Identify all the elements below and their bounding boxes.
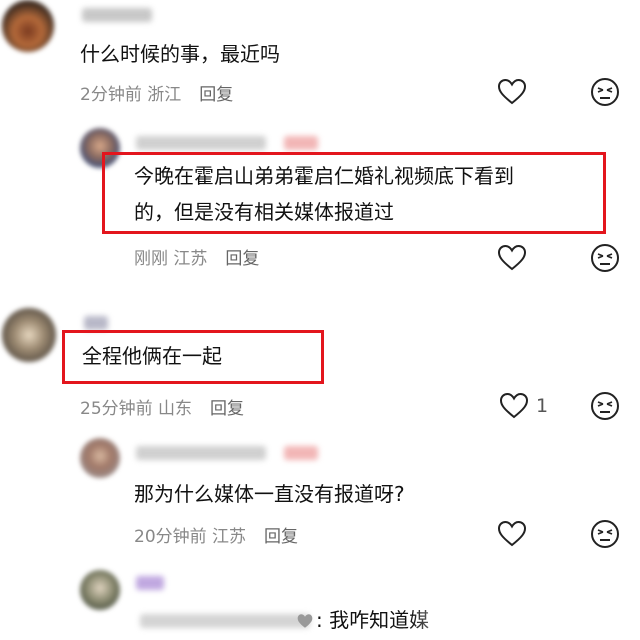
heart-icon[interactable] <box>498 390 530 422</box>
comment-text: 什么时候的事，最近吗 <box>80 42 280 66</box>
comment-text: 那为什么媒体一直没有报道呀? <box>134 482 405 506</box>
username-blurred[interactable] <box>84 316 108 330</box>
comment-time: 2分钟前 <box>80 85 142 105</box>
fade-overlay <box>410 600 470 640</box>
reply-button[interactable]: 回复 <box>225 244 259 269</box>
comment-meta: 2分钟前 浙江 回复 <box>80 80 233 105</box>
reply-button[interactable]: 回复 <box>199 80 233 105</box>
comment-location: 浙江 <box>147 85 182 105</box>
reply-button[interactable]: 回复 <box>264 522 298 547</box>
comment-location: 江苏 <box>173 249 208 269</box>
comment-meta: 25分钟前 山东 回复 <box>80 394 244 419</box>
dizzy-face-icon[interactable] <box>589 390 621 422</box>
avatar[interactable] <box>80 438 120 478</box>
author-badge-blurred <box>284 136 318 150</box>
author-badge-blurred <box>284 446 318 460</box>
reply-button[interactable]: 回复 <box>210 394 244 419</box>
small-heart-icon <box>297 614 313 628</box>
like-count: 1 <box>536 395 549 417</box>
username-blurred[interactable] <box>136 446 266 460</box>
comment-text: 全程他俩在一起 <box>82 344 222 368</box>
avatar[interactable] <box>80 570 120 610</box>
avatar[interactable] <box>2 0 54 52</box>
author-badge-blurred <box>136 576 164 590</box>
comment-location: 江苏 <box>212 527 247 547</box>
comment-meta: 20分钟前 江苏 回复 <box>134 522 298 547</box>
comment-location: 山东 <box>158 399 193 419</box>
colon-separator: : <box>316 608 330 632</box>
comment-text-line: 今晚在霍启山弟弟霍启仁婚礼视频底下看到 <box>134 164 514 188</box>
avatar[interactable] <box>2 308 56 362</box>
username-blurred[interactable] <box>82 8 152 22</box>
dizzy-face-icon[interactable] <box>589 242 621 274</box>
heart-icon[interactable] <box>496 242 528 274</box>
comment-meta: 刚刚 江苏 回复 <box>134 244 259 269</box>
username-blurred[interactable] <box>140 614 310 628</box>
comment-text-line: 的，但是没有相关媒体报道过 <box>134 200 394 224</box>
username-blurred[interactable] <box>136 136 266 150</box>
comment-time: 20分钟前 <box>134 527 207 547</box>
comment-time: 25分钟前 <box>80 399 153 419</box>
heart-icon[interactable] <box>496 518 528 550</box>
dizzy-face-icon[interactable] <box>589 518 621 550</box>
heart-icon[interactable] <box>496 76 528 108</box>
dizzy-face-icon[interactable] <box>589 76 621 108</box>
comment-time: 刚刚 <box>134 249 168 269</box>
